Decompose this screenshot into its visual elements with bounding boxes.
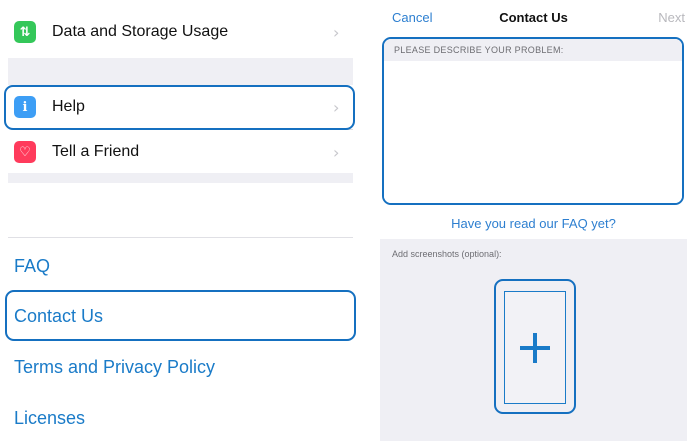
settings-item-help[interactable]: i Help › [8,85,353,129]
licenses-link[interactable]: Licenses [14,408,85,429]
faq-link[interactable]: FAQ [14,256,50,277]
problem-header: PLEASE DESCRIBE YOUR PROBLEM: [384,39,682,62]
contact-us-panel: Cancel Contact Us Next PLEASE DESCRIBE Y… [380,0,687,441]
arrows-up-down-icon: ⇅ [14,21,36,43]
info-icon: i [14,96,36,118]
contact-us-link[interactable]: Contact Us [14,306,103,327]
chevron-right-icon: › [333,142,340,162]
plus-icon [520,332,550,363]
group-separator [8,58,353,85]
settings-item-label: Tell a Friend [52,143,140,160]
problem-description-box: PLEASE DESCRIBE YOUR PROBLEM: [382,37,684,205]
navigation-bar: Cancel Contact Us Next [380,0,687,36]
add-screenshot-highlight [494,279,576,414]
settings-group-help: i Help › ♡ Tell a Friend › [8,85,353,173]
screenshots-area: Add screenshots (optional): [380,239,687,441]
faq-prompt-link[interactable]: Have you read our FAQ yet? [380,216,687,231]
screenshots-label: Add screenshots (optional): [392,249,502,259]
chevron-right-icon: › [333,22,340,42]
next-button[interactable]: Next [658,10,685,25]
page-title: Contact Us [499,10,568,25]
settings-item-data-storage[interactable]: ⇅ Data and Storage Usage › [8,10,353,54]
settings-item-tell-a-friend[interactable]: ♡ Tell a Friend › [8,130,353,174]
settings-panel: ⇅ Data and Storage Usage › i Help › ♡ Te… [0,0,360,441]
problem-description-input[interactable] [384,61,682,203]
add-screenshot-button[interactable] [504,291,566,404]
terms-privacy-link[interactable]: Terms and Privacy Policy [14,357,215,378]
heart-icon: ♡ [14,141,36,163]
links-divider [8,237,353,238]
settings-item-label: Help [52,98,85,115]
settings-item-label: Data and Storage Usage [52,23,229,40]
settings-group-storage: ⇅ Data and Storage Usage › [8,0,353,58]
group-separator [8,173,353,183]
chevron-right-icon: › [333,97,340,117]
